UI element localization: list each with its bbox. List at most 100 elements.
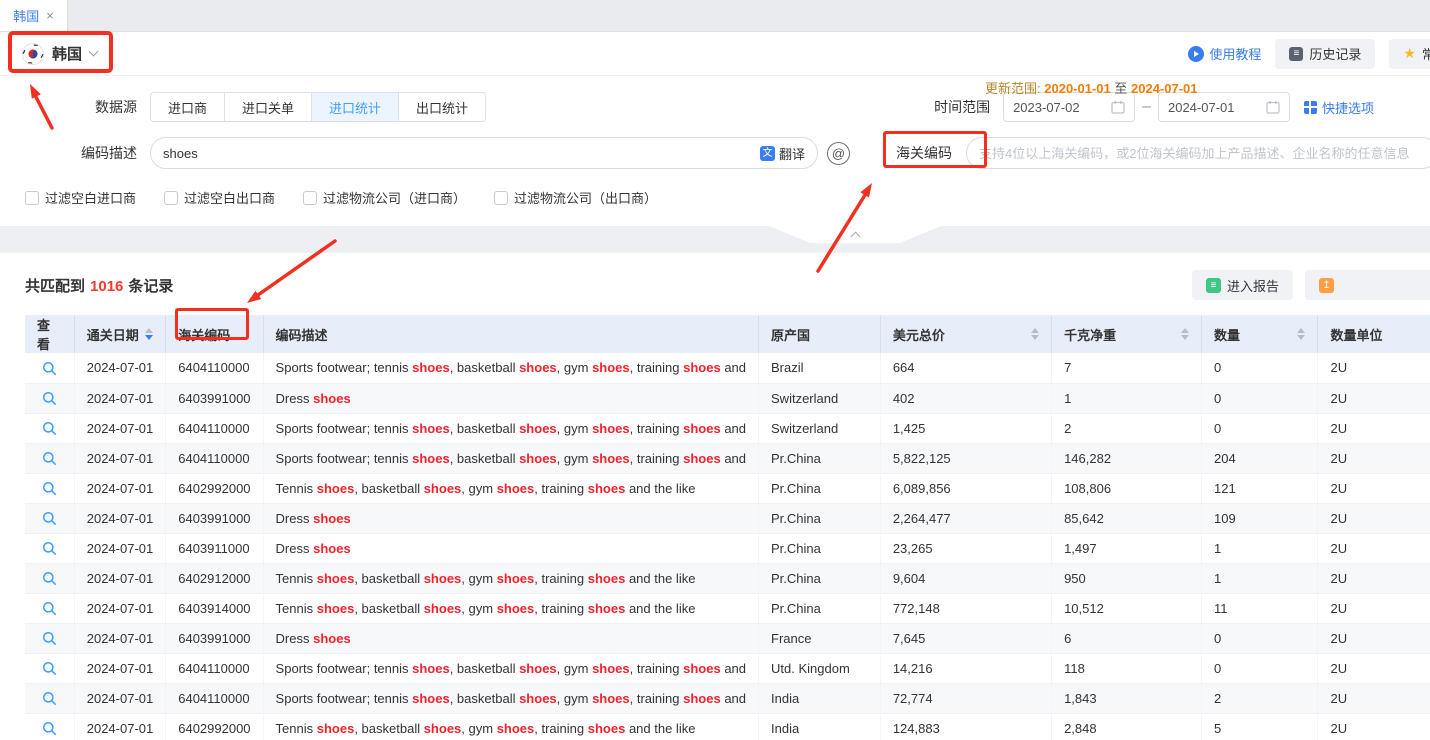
cell-unit: 2U: [1318, 473, 1430, 503]
checkbox-icon[interactable]: [25, 191, 39, 205]
quick-options-link[interactable]: 快捷选项: [1304, 98, 1374, 117]
checkbox-label: 过滤空白出口商: [184, 188, 275, 207]
cell-date: 2024-07-01: [74, 713, 166, 740]
cell-qty: 0: [1202, 413, 1318, 443]
checkbox-icon[interactable]: [303, 191, 317, 205]
cell-date: 2024-07-01: [74, 653, 166, 683]
table-row: 2024-07-016403991000Dress shoesSwitzerla…: [25, 383, 1430, 413]
cell-code: 6404110000: [166, 353, 263, 383]
cell-unit: 2U: [1318, 713, 1430, 740]
cell-qty: 0: [1202, 623, 1318, 653]
view-detail-icon[interactable]: [42, 721, 57, 736]
view-detail-icon[interactable]: [42, 391, 57, 406]
favorites-button[interactable]: ★ 常用条件: [1389, 39, 1430, 69]
source-tab[interactable]: 进口关单: [225, 93, 312, 121]
cell-view: [25, 383, 74, 413]
cell-unit: 2U: [1318, 683, 1430, 713]
table-row: 2024-07-016404110000Sports footwear; ten…: [25, 413, 1430, 443]
cell-desc: Tennis shoes, basketball shoes, gym shoe…: [263, 593, 758, 623]
sort-icon[interactable]: [1031, 328, 1039, 340]
cell-usd: 664: [880, 353, 1051, 383]
results-table: 查看通关日期海关编码编码描述原产国美元总价千克净重数量数量单位 2024-07-…: [25, 315, 1430, 740]
table-header-cell[interactable]: 千克净重: [1052, 315, 1202, 353]
translate-button[interactable]: 文 翻译: [760, 144, 805, 163]
cell-qty: 109: [1202, 503, 1318, 533]
view-detail-icon[interactable]: [42, 451, 57, 466]
table-row: 2024-07-016402992000Tennis shoes, basket…: [25, 713, 1430, 740]
filter-checkbox[interactable]: 过滤空白出口商: [164, 188, 275, 207]
cell-date: 2024-07-01: [74, 593, 166, 623]
filter-checkbox[interactable]: 过滤空白进口商: [25, 188, 136, 207]
table-header-cell: 查看: [25, 315, 74, 353]
table-row: 2024-07-016402912000Tennis shoes, basket…: [25, 563, 1430, 593]
checkbox-label: 过滤物流公司（出口商）: [514, 188, 657, 207]
code-desc-input[interactable]: [163, 146, 760, 161]
view-detail-icon[interactable]: [42, 421, 57, 436]
cell-unit: 2U: [1318, 353, 1430, 383]
cell-kg: 6: [1052, 623, 1202, 653]
table-header-cell[interactable]: 通关日期: [74, 315, 166, 353]
tutorial-link[interactable]: 使用教程: [1188, 44, 1261, 63]
view-detail-icon[interactable]: [42, 541, 57, 556]
collapse-panel-handle[interactable]: [769, 226, 941, 243]
country-selector[interactable]: 韩国: [22, 43, 97, 65]
cell-unit: 2U: [1318, 413, 1430, 443]
cell-view: [25, 503, 74, 533]
view-detail-icon[interactable]: [42, 361, 57, 376]
column-label: 数量单位: [1330, 325, 1382, 344]
enter-report-button[interactable]: ≡ 进入报告: [1192, 270, 1293, 300]
cell-desc: Sports footwear; tennis shoes, basketbal…: [263, 353, 758, 383]
view-detail-icon[interactable]: [42, 481, 57, 496]
column-label: 原产国: [771, 325, 810, 344]
cell-desc: Sports footwear; tennis shoes, basketbal…: [263, 653, 758, 683]
cell-unit: 2U: [1318, 443, 1430, 473]
fuzzy-match-toggle-icon[interactable]: @: [827, 142, 850, 165]
cell-qty: 11: [1202, 593, 1318, 623]
view-detail-icon[interactable]: [42, 571, 57, 586]
view-detail-icon[interactable]: [42, 511, 57, 526]
cell-kg: 118: [1052, 653, 1202, 683]
star-icon: ★: [1403, 45, 1416, 62]
table-header-cell[interactable]: 数量: [1202, 315, 1318, 353]
calendar-icon: [1266, 100, 1280, 114]
sort-icon[interactable]: [145, 328, 153, 340]
cell-origin: Pr.China: [759, 503, 881, 533]
table-header-cell: 编码描述: [263, 315, 758, 353]
results-bar: 共匹配到1016条记录 ≡ 进入报告 ↥: [0, 253, 1430, 300]
translate-icon: 文: [760, 146, 775, 161]
cell-unit: 2U: [1318, 593, 1430, 623]
cell-usd: 2,264,477: [880, 503, 1051, 533]
cell-kg: 2,848: [1052, 713, 1202, 740]
source-tab[interactable]: 出口统计: [399, 93, 485, 121]
view-detail-icon[interactable]: [42, 601, 57, 616]
tab-korea[interactable]: 韩国 ×: [0, 0, 68, 31]
checkbox-icon[interactable]: [164, 191, 178, 205]
filter-checkbox[interactable]: 过滤物流公司（进口商）: [303, 188, 466, 207]
export-button[interactable]: ↥: [1305, 270, 1430, 300]
view-detail-icon[interactable]: [42, 691, 57, 706]
source-tab[interactable]: 进口统计: [312, 93, 399, 121]
view-detail-icon[interactable]: [42, 661, 57, 676]
report-icon: ≡: [1206, 278, 1221, 293]
cell-origin: Pr.China: [759, 473, 881, 503]
cell-code: 6404110000: [166, 653, 263, 683]
table-header-cell[interactable]: 美元总价: [880, 315, 1051, 353]
source-tab[interactable]: 进口商: [151, 93, 225, 121]
cell-usd: 772,148: [880, 593, 1051, 623]
table-row: 2024-07-016403914000Tennis shoes, basket…: [25, 593, 1430, 623]
cell-date: 2024-07-01: [74, 623, 166, 653]
sort-icon[interactable]: [1297, 328, 1305, 340]
history-button[interactable]: ≡ 历史记录: [1275, 39, 1375, 69]
checkbox-icon[interactable]: [494, 191, 508, 205]
cell-desc: Dress shoes: [263, 623, 758, 653]
filter-checkbox[interactable]: 过滤物流公司（出口商）: [494, 188, 657, 207]
cell-desc: Dress shoes: [263, 533, 758, 563]
view-detail-icon[interactable]: [42, 631, 57, 646]
sort-icon[interactable]: [1181, 328, 1189, 340]
hs-code-input[interactable]: [979, 146, 1425, 161]
cell-usd: 1,425: [880, 413, 1051, 443]
close-icon[interactable]: ×: [46, 8, 54, 23]
cell-date: 2024-07-01: [74, 383, 166, 413]
table-row: 2024-07-016404110000Sports footwear; ten…: [25, 443, 1430, 473]
cell-qty: 1: [1202, 563, 1318, 593]
